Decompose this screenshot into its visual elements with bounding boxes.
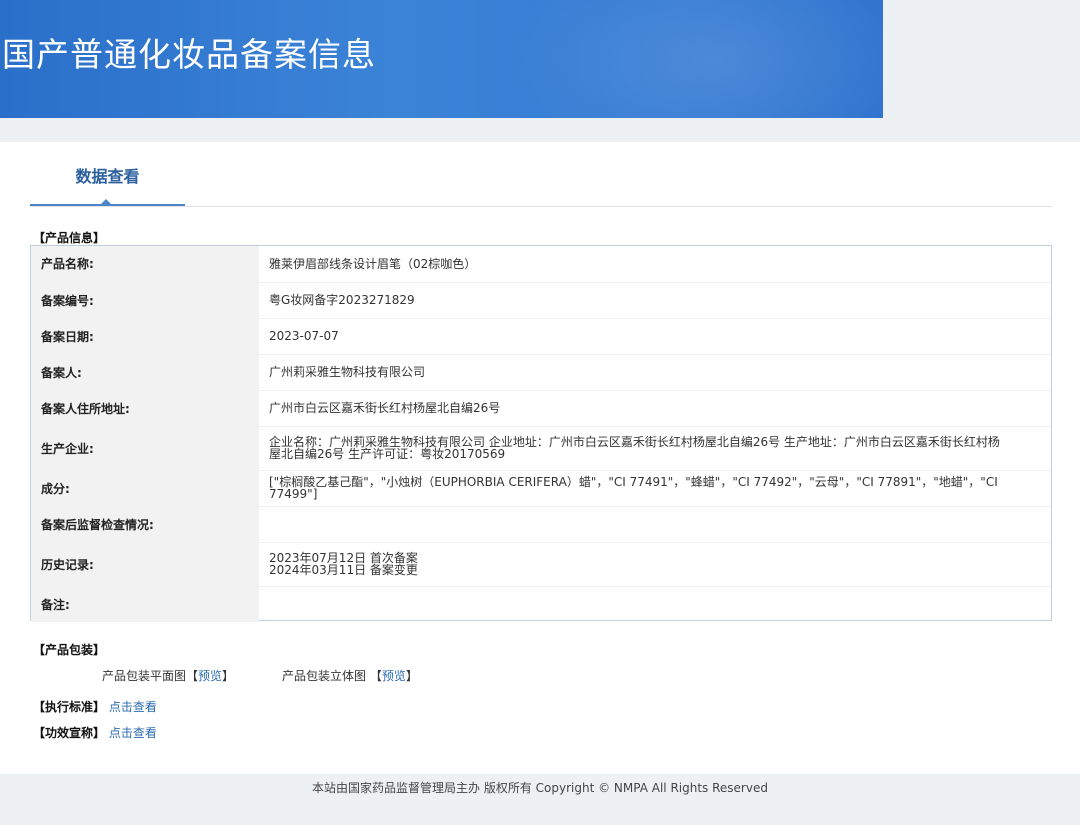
row-value: 企业名称：广州莉采雅生物科技有限公司 企业地址：广州市白云区嘉禾街长红村杨屋北自… <box>259 426 1051 471</box>
footer-copyright: 本站由国家药品监督管理局主办 版权所有 Copyright © NMPA All… <box>312 781 768 795</box>
header-blank <box>883 0 1080 118</box>
row-label: 备注: <box>31 586 259 622</box>
bracket: 】 <box>222 669 235 683</box>
row-label: 成分: <box>31 470 259 507</box>
standard-row: 【执行标准】 点击查看 <box>33 698 157 715</box>
row-value <box>259 506 1051 543</box>
tab-data-view[interactable]: 数据查看 <box>30 142 185 206</box>
table-row: 备注: <box>31 586 1051 622</box>
row-label: 生产企业: <box>31 426 259 471</box>
table-row: 备案人: 广州莉采雅生物科技有限公司 <box>31 354 1051 391</box>
flat-preview-link[interactable]: 预览 <box>198 669 222 683</box>
table-row: 备案人住所地址: 广州市白云区嘉禾街长红村杨屋北自编26号 <box>31 390 1051 427</box>
tab-bar: 数据查看 <box>30 142 1052 207</box>
row-label: 备案编号: <box>31 282 259 319</box>
row-value: 2023-07-07 <box>259 318 1051 355</box>
main-content: 数据查看 【产品信息】 产品名称: 雅莱伊眉部线条设计眉笔（02棕咖色） 备案编… <box>0 142 1080 774</box>
efficacy-title: 【功效宣称】 <box>33 726 106 740</box>
row-label: 备案后监督检查情况: <box>31 506 259 543</box>
product-info-title: 【产品信息】 <box>33 231 106 245</box>
row-value: 粤G妆网备字2023271829 <box>259 282 1051 319</box>
row-label: 产品名称: <box>31 246 259 283</box>
standard-title: 【执行标准】 <box>33 700 106 714</box>
efficacy-row: 【功效宣称】 点击查看 <box>33 724 157 741</box>
row-label: 备案人: <box>31 354 259 391</box>
table-row: 成分: ["棕榈酸乙基己酯"，"小烛树（EUPHORBIA CERIFERA）蜡… <box>31 470 1051 507</box>
bracket: 】 <box>405 669 418 683</box>
row-value-line: 屋北自编26号 生产许可证：粤妆20170569 <box>269 447 506 461</box>
packaging-stereo-label: 产品包装立体图 【 <box>282 669 382 683</box>
table-row: 历史记录: 2023年07月12日 首次备案 2024年03月11日 备案变更 <box>31 542 1051 587</box>
packaging-flat-label: 产品包装平面图 <box>102 669 187 683</box>
row-value: 广州市白云区嘉禾街长红村杨屋北自编26号 <box>259 390 1051 427</box>
footer: 本站由国家药品监督管理局主办 版权所有 Copyright © NMPA All… <box>0 774 1080 825</box>
row-value: 广州莉采雅生物科技有限公司 <box>259 354 1051 391</box>
row-value: ["棕榈酸乙基己酯"，"小烛树（EUPHORBIA CERIFERA）蜡"，"C… <box>259 470 1051 507</box>
product-info-table: 产品名称: 雅莱伊眉部线条设计眉笔（02棕咖色） 备案编号: 粤G妆网备字202… <box>30 245 1052 622</box>
row-value: 2023年07月12日 首次备案 2024年03月11日 备案变更 <box>259 542 1051 587</box>
row-value: 雅莱伊眉部线条设计眉笔（02棕咖色） <box>259 246 1051 283</box>
stereo-preview-link[interactable]: 预览 <box>382 669 406 683</box>
bracket: 【 <box>186 669 199 683</box>
history-line: 2024年03月11日 备案变更 <box>269 563 418 577</box>
page-title: 国产普通化妆品备案信息 <box>2 35 376 74</box>
packaging-flat: 产品包装平面图【预览】 <box>102 667 234 684</box>
row-label: 备案人住所地址: <box>31 390 259 427</box>
table-row: 产品名称: 雅莱伊眉部线条设计眉笔（02棕咖色） <box>31 246 1051 283</box>
packaging-stereo: 产品包装立体图 【预览】 <box>282 667 418 684</box>
header-banner: 国产普通化妆品备案信息 <box>0 0 883 118</box>
standard-view-link[interactable]: 点击查看 <box>109 700 157 714</box>
table-row: 备案编号: 粤G妆网备字2023271829 <box>31 282 1051 319</box>
packaging-title: 【产品包装】 <box>33 643 106 657</box>
row-label: 历史记录: <box>31 542 259 587</box>
efficacy-view-link[interactable]: 点击查看 <box>109 726 157 740</box>
table-row: 生产企业: 企业名称：广州莉采雅生物科技有限公司 企业地址：广州市白云区嘉禾街长… <box>31 426 1051 471</box>
table-row: 备案日期: 2023-07-07 <box>31 318 1051 355</box>
row-value <box>259 586 1051 622</box>
table-row: 备案后监督检查情况: <box>31 506 1051 543</box>
row-label: 备案日期: <box>31 318 259 355</box>
